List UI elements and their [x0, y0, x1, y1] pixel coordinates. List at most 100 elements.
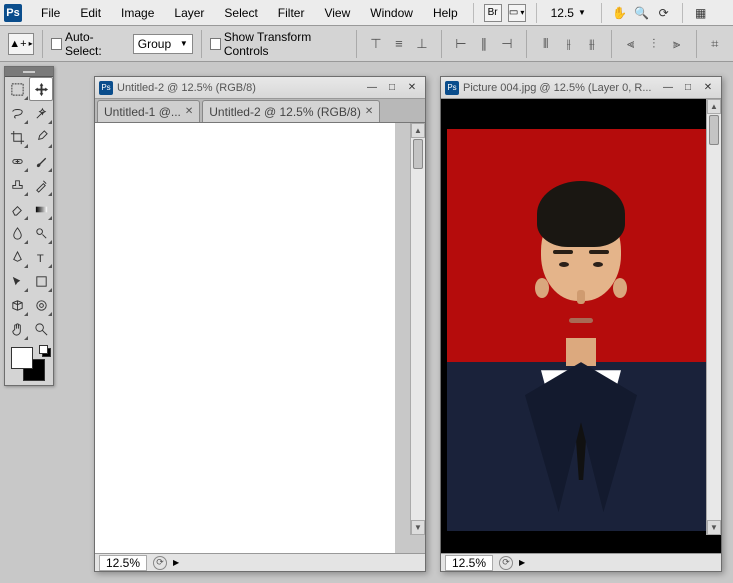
document-tab[interactable]: Untitled-1 @... ✕: [97, 100, 200, 122]
vertical-scrollbar[interactable]: ▲ ▼: [706, 99, 721, 535]
foreground-color[interactable]: [11, 347, 33, 369]
arrange-icon[interactable]: ▦: [693, 5, 709, 21]
align-left-icon[interactable]: ⊢: [450, 33, 472, 55]
refresh-icon[interactable]: ⟳: [499, 556, 513, 570]
eyedropper-tool[interactable]: [29, 125, 53, 149]
zoom-tool-icon[interactable]: 🔍: [634, 5, 650, 21]
scroll-down-icon[interactable]: ▼: [411, 520, 425, 535]
scroll-thumb[interactable]: [413, 139, 423, 169]
status-menu-icon[interactable]: ▶: [173, 558, 179, 567]
scroll-up-icon[interactable]: ▲: [707, 99, 721, 114]
3d-camera-tool[interactable]: [29, 293, 53, 317]
screen-mode-button[interactable]: ▭▾: [508, 4, 526, 22]
document-window-left: Ps Untitled-2 @ 12.5% (RGB/8) — □ ✕ Unti…: [94, 76, 426, 572]
maximize-button[interactable]: □: [679, 81, 697, 95]
menu-help[interactable]: Help: [424, 2, 467, 24]
color-swatches[interactable]: [5, 341, 53, 385]
pen-tool[interactable]: [5, 245, 29, 269]
canvas-area[interactable]: ▲ ▼: [95, 123, 425, 553]
hand-tool-icon[interactable]: ✋: [612, 5, 628, 21]
separator: [441, 30, 442, 58]
svg-text:T: T: [36, 253, 43, 265]
separator: [526, 30, 527, 58]
distribute-bottom-icon[interactable]: ⫵: [581, 33, 603, 55]
align-hcenter-icon[interactable]: ∥: [473, 33, 495, 55]
scroll-thumb[interactable]: [709, 115, 719, 145]
3d-tool[interactable]: [5, 293, 29, 317]
zoom-input[interactable]: 12.5%: [445, 555, 493, 571]
swap-colors-icon[interactable]: [39, 345, 49, 355]
menu-view[interactable]: View: [315, 2, 359, 24]
lasso-tool[interactable]: [5, 101, 29, 125]
eraser-tool[interactable]: [5, 197, 29, 221]
vertical-scrollbar[interactable]: ▲ ▼: [410, 123, 425, 535]
blur-tool[interactable]: [5, 221, 29, 245]
menu-select[interactable]: Select: [215, 2, 266, 24]
window-titlebar[interactable]: Ps Picture 004.jpg @ 12.5% (Layer 0, R..…: [441, 77, 721, 99]
auto-select-checkbox[interactable]: Auto-Select:: [51, 30, 125, 58]
canvas[interactable]: [95, 123, 395, 553]
tab-close-icon[interactable]: ✕: [185, 106, 193, 117]
move-tool[interactable]: [29, 77, 53, 101]
gradient-tool[interactable]: [29, 197, 53, 221]
rotate-view-icon[interactable]: ⟳: [656, 5, 672, 21]
align-bottom-icon[interactable]: ⊥: [411, 33, 433, 55]
close-button[interactable]: ✕: [403, 81, 421, 95]
align-top-icon[interactable]: ⊤: [365, 33, 387, 55]
distribute-vcenter-icon[interactable]: ⫲: [558, 33, 580, 55]
status-menu-icon[interactable]: ▶: [519, 558, 525, 567]
current-tool-icon[interactable]: ▲+▸: [8, 33, 34, 55]
align-right-icon[interactable]: ⊣: [496, 33, 518, 55]
auto-align-icon[interactable]: ⌗: [705, 33, 725, 55]
menu-file[interactable]: File: [32, 2, 69, 24]
auto-select-label: Auto-Select:: [65, 30, 125, 58]
tab-label: Untitled-2 @ 12.5% (RGB/8): [209, 105, 361, 119]
wand-tool[interactable]: [29, 101, 53, 125]
scroll-up-icon[interactable]: ▲: [411, 123, 425, 138]
scroll-down-icon[interactable]: ▼: [707, 520, 721, 535]
align-vcenter-icon[interactable]: ≡: [388, 33, 410, 55]
maximize-button[interactable]: □: [383, 81, 401, 95]
zoom-input[interactable]: 12.5%: [99, 555, 147, 571]
distribute-left-icon[interactable]: ⫷: [620, 33, 642, 55]
distribute-hcenter-icon[interactable]: ⫶: [643, 33, 665, 55]
minimize-button[interactable]: —: [659, 81, 677, 95]
shape-tool[interactable]: [29, 269, 53, 293]
canvas-area[interactable]: ▲ ▼: [441, 99, 721, 553]
menu-window[interactable]: Window: [361, 2, 422, 24]
align-group: ⊤ ≡ ⊥: [365, 33, 433, 55]
type-tool[interactable]: T: [29, 245, 53, 269]
dodge-tool[interactable]: [29, 221, 53, 245]
window-title: Picture 004.jpg @ 12.5% (Layer 0, R...: [463, 82, 655, 94]
tab-close-icon[interactable]: ✕: [365, 106, 373, 117]
stamp-tool[interactable]: [5, 173, 29, 197]
window-titlebar[interactable]: Ps Untitled-2 @ 12.5% (RGB/8) — □ ✕: [95, 77, 425, 99]
crop-tool[interactable]: [5, 125, 29, 149]
menu-image[interactable]: Image: [112, 2, 163, 24]
distribute-top-icon[interactable]: ⫴: [535, 33, 557, 55]
canvas[interactable]: [441, 99, 721, 553]
checkbox-icon: [210, 38, 221, 50]
menu-layer[interactable]: Layer: [165, 2, 213, 24]
zoom-level-input[interactable]: 12.5▼: [547, 4, 591, 22]
marquee-tool[interactable]: [5, 77, 29, 101]
menu-filter[interactable]: Filter: [269, 2, 314, 24]
menu-edit[interactable]: Edit: [71, 2, 110, 24]
history-brush-tool[interactable]: [29, 173, 53, 197]
bridge-button[interactable]: Br: [484, 4, 502, 22]
minimize-button[interactable]: —: [363, 81, 381, 95]
brush-tool[interactable]: [29, 149, 53, 173]
window-title: Untitled-2 @ 12.5% (RGB/8): [117, 82, 359, 94]
document-tab[interactable]: Untitled-2 @ 12.5% (RGB/8) ✕: [202, 100, 380, 122]
refresh-icon[interactable]: ⟳: [153, 556, 167, 570]
hand-tool[interactable]: [5, 317, 29, 341]
menu-bar: Ps File Edit Image Layer Select Filter V…: [0, 0, 733, 26]
path-select-tool[interactable]: [5, 269, 29, 293]
show-transform-checkbox[interactable]: Show Transform Controls: [210, 30, 348, 58]
zoom-tool[interactable]: [29, 317, 53, 341]
healing-tool[interactable]: [5, 149, 29, 173]
panel-handle[interactable]: [5, 67, 53, 77]
auto-select-dropdown[interactable]: Group ▼: [133, 34, 193, 54]
close-button[interactable]: ✕: [699, 81, 717, 95]
distribute-right-icon[interactable]: ⫸: [666, 33, 688, 55]
